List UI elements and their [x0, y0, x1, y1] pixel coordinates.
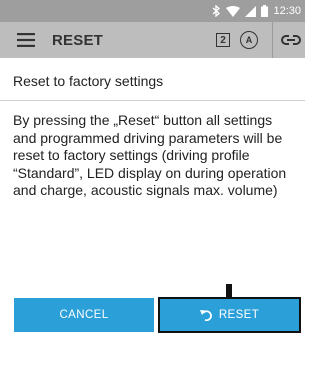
divider: [0, 100, 305, 101]
bluetooth-icon: [212, 5, 221, 17]
link-icon: [281, 35, 301, 45]
cancel-button-label: CANCEL: [59, 309, 109, 321]
reset-description: By pressing the „Reset“ button all setti…: [13, 112, 287, 199]
status-bar: 12:30: [0, 0, 305, 22]
link-button[interactable]: [281, 22, 305, 58]
reset-button-label: RESET: [218, 309, 260, 321]
menu-icon: [17, 33, 35, 47]
reset-panel: Reset to factory settings By pressing th…: [0, 58, 305, 369]
page-title: RESET: [52, 31, 104, 49]
wifi-icon: [226, 5, 241, 17]
menu-button[interactable]: [0, 22, 52, 58]
reset-button[interactable]: RESET: [158, 297, 301, 333]
battery-icon: [261, 5, 269, 17]
cancel-button[interactable]: CANCEL: [14, 298, 154, 332]
section-heading: Reset to factory settings: [13, 73, 164, 89]
signal-icon: [245, 5, 257, 17]
app-bar: RESET 2 A: [0, 22, 305, 58]
app-bar-divider: [272, 22, 273, 58]
status-time: 12:30: [273, 5, 301, 17]
profile-icon[interactable]: 2: [216, 33, 230, 47]
undo-icon: [199, 310, 212, 321]
assist-icon[interactable]: A: [240, 31, 258, 49]
